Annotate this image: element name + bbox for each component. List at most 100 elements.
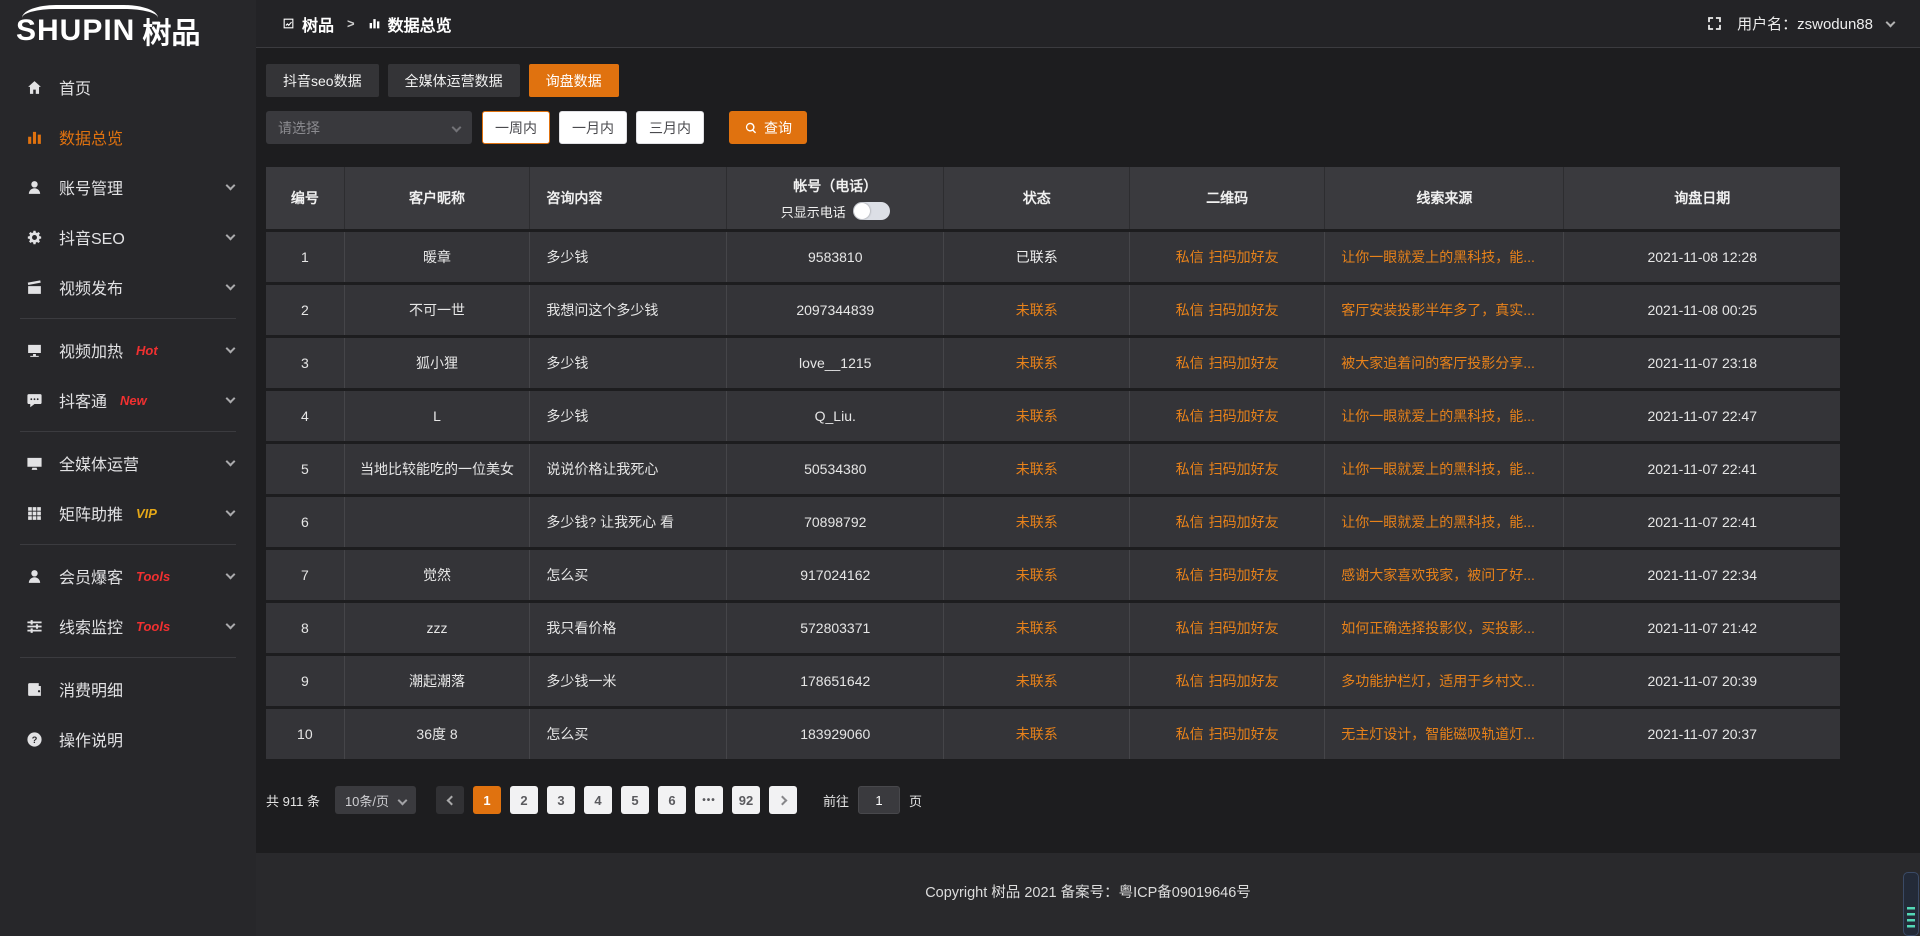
sidebar-item[interactable]: 线索监控 Tools (0, 601, 256, 651)
status-cell: 未联系 (944, 656, 1130, 706)
scan-add-friend-link[interactable]: 扫码加好友 (1209, 408, 1279, 424)
scan-add-friend-link[interactable]: 扫码加好友 (1209, 726, 1279, 742)
lead-source-link[interactable]: 感谢大家喜欢我家，被问了好... (1341, 567, 1535, 583)
customer-nickname: L (345, 391, 531, 441)
prev-page-button[interactable] (436, 786, 464, 814)
private-message-link[interactable]: 私信 (1176, 249, 1204, 265)
header-status: 状态 (944, 167, 1130, 229)
data-tab[interactable]: 询盘数据 (529, 64, 619, 97)
scan-add-friend-link[interactable]: 扫码加好友 (1209, 461, 1279, 477)
sidebar-item[interactable]: 视频加热 Hot (0, 325, 256, 375)
status-cell: 未联系 (944, 709, 1130, 759)
scan-add-friend-link[interactable]: 扫码加好友 (1209, 620, 1279, 636)
data-tab[interactable]: 全媒体运营数据 (388, 64, 520, 97)
page-button[interactable]: 4 (584, 786, 612, 814)
period-button[interactable]: 一周内 (482, 111, 550, 144)
scan-add-friend-link[interactable]: 扫码加好友 (1209, 302, 1279, 318)
page-button[interactable]: 2 (510, 786, 538, 814)
page-button[interactable]: 92 (732, 786, 760, 814)
sidebar-item[interactable]: 全媒体运营 (0, 438, 256, 488)
private-message-link[interactable]: 私信 (1176, 567, 1204, 583)
user-icon (26, 179, 43, 196)
fullscreen-icon[interactable] (1706, 15, 1723, 32)
private-message-link[interactable]: 私信 (1176, 302, 1204, 318)
private-message-link[interactable]: 私信 (1176, 461, 1204, 477)
private-message-link[interactable]: 私信 (1176, 673, 1204, 689)
sidebar-item[interactable]: 首页 (0, 62, 256, 112)
private-message-link[interactable]: 私信 (1176, 514, 1204, 530)
period-button[interactable]: 三月内 (636, 111, 704, 144)
page-button[interactable]: ••• (695, 786, 723, 814)
private-message-link[interactable]: 私信 (1176, 620, 1204, 636)
lead-source-link[interactable]: 被大家追着问的客厅投影分享... (1341, 355, 1535, 371)
sidebar-item[interactable]: 数据总览 (0, 112, 256, 162)
video-heat-icon (26, 342, 43, 359)
status-badge: 已联系 (1016, 249, 1058, 265)
sidebar-item-label: 矩阵助推 (59, 501, 123, 525)
qrcode-cell: 私信扫码加好友 (1130, 391, 1325, 441)
lead-source-link[interactable]: 让你一眼就爱上的黑科技，能... (1341, 461, 1535, 477)
sidebar-item[interactable]: 会员爆客 Tools (0, 551, 256, 601)
lead-source-link[interactable]: 让你一眼就爱上的黑科技，能... (1341, 514, 1535, 530)
chevron-down-icon (226, 230, 236, 240)
private-message-link[interactable]: 私信 (1176, 726, 1204, 742)
lead-source-link[interactable]: 让你一眼就爱上的黑科技，能... (1341, 408, 1535, 424)
private-message-link[interactable]: 私信 (1176, 408, 1204, 424)
data-tab[interactable]: 抖音seo数据 (266, 64, 379, 97)
sidebar-item[interactable]: 抖客通 New (0, 375, 256, 425)
lead-source-link[interactable]: 无主灯设计，智能磁吸轨道灯... (1341, 726, 1535, 742)
lead-source-cell: 多功能护栏灯，适用于乡村文... (1325, 656, 1564, 706)
sidebar-item[interactable]: 账号管理 (0, 162, 256, 212)
sidebar: SHUPIN 树品 首页 数据总览 (0, 0, 256, 936)
filter-select[interactable]: 请选择 (266, 111, 472, 144)
scan-add-friend-link[interactable]: 扫码加好友 (1209, 567, 1279, 583)
status-badge: 未联系 (1016, 673, 1058, 689)
status-cell: 未联系 (944, 550, 1130, 600)
status-badge: 未联系 (1016, 514, 1058, 530)
sidebar-item[interactable]: 消费明细 (0, 664, 256, 714)
sidebar-divider (20, 318, 236, 319)
sidebar-item[interactable]: 操作说明 (0, 714, 256, 764)
scan-add-friend-link[interactable]: 扫码加好友 (1209, 673, 1279, 689)
chevron-right-icon (777, 795, 787, 805)
monitor-icon (26, 455, 43, 472)
page-button[interactable]: 3 (547, 786, 575, 814)
lead-source-link[interactable]: 如何正确选择投影仪，买投影... (1341, 620, 1535, 636)
lead-source-link[interactable]: 客厅安装投影半年多了，真实... (1341, 302, 1535, 318)
private-message-link[interactable]: 私信 (1176, 355, 1204, 371)
period-button[interactable]: 一月内 (559, 111, 627, 144)
sidebar-item[interactable]: 矩阵助推 VIP (0, 488, 256, 538)
user-menu[interactable]: 用户名：zswodun88 (1706, 13, 1894, 34)
page-button[interactable]: 1 (473, 786, 501, 814)
sidebar-item[interactable]: 抖音SEO (0, 212, 256, 262)
inquiry-content: 我想问这个多少钱 (530, 285, 727, 335)
scan-add-friend-link[interactable]: 扫码加好友 (1209, 514, 1279, 530)
search-button[interactable]: 查询 (729, 111, 807, 144)
next-page-button[interactable] (769, 786, 797, 814)
customer-nickname: 不可一世 (345, 285, 531, 335)
logo-arc (22, 5, 158, 31)
page-size-select[interactable]: 10条/页 (335, 786, 416, 814)
page-button[interactable]: 6 (658, 786, 686, 814)
goto-page-input[interactable] (858, 786, 900, 814)
customer-nickname: zzz (345, 603, 531, 653)
page-button[interactable]: 5 (621, 786, 649, 814)
goto-suffix: 页 (909, 791, 922, 810)
lead-source-link[interactable]: 多功能护栏灯，适用于乡村文... (1341, 673, 1535, 689)
lead-source-link[interactable]: 让你一眼就爱上的黑科技，能... (1341, 249, 1535, 265)
breadcrumb-item[interactable]: 树品 (302, 12, 334, 36)
phone-only-toggle[interactable] (853, 202, 890, 220)
inquiry-content: 多少钱? 让我死心 看 (530, 497, 727, 547)
scan-add-friend-link[interactable]: 扫码加好友 (1209, 355, 1279, 371)
status-badge: 未联系 (1016, 461, 1058, 477)
inquiry-content: 多少钱 (530, 391, 727, 441)
breadcrumb-item[interactable]: 数据总览 (388, 12, 452, 36)
sidebar-item-label: 抖客通 (59, 388, 107, 412)
status-badge: 未联系 (1016, 620, 1058, 636)
status-cell: 未联系 (944, 444, 1130, 494)
floating-widget-lines (1907, 907, 1915, 930)
brand-logo: SHUPIN 树品 (0, 0, 256, 62)
sidebar-item[interactable]: 视频发布 (0, 262, 256, 312)
scan-add-friend-link[interactable]: 扫码加好友 (1209, 249, 1279, 265)
floating-widget[interactable] (1903, 872, 1919, 936)
